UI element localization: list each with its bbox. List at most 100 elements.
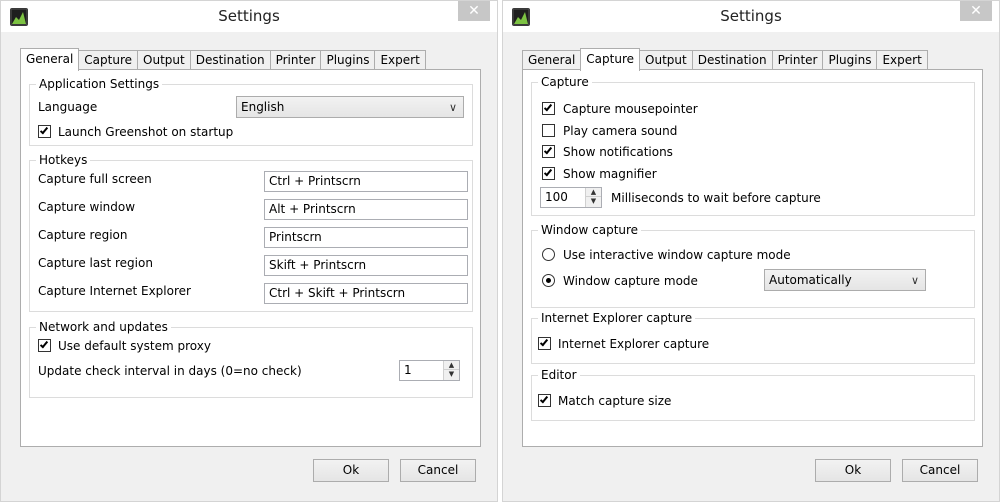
checkmark-icon <box>543 145 553 155</box>
language-value: English <box>241 100 285 114</box>
close-icon: ✕ <box>970 3 982 19</box>
spin-up-icon[interactable]: ▲ <box>586 188 601 197</box>
capture-tab-panel: Capture Capture mousepointer Play camera… <box>522 69 983 447</box>
tab-capture[interactable]: Capture <box>580 48 641 71</box>
play-camera-sound-checkbox[interactable] <box>542 124 555 137</box>
show-magnifier-checkbox[interactable] <box>542 167 555 180</box>
hotkey-region-input[interactable]: Printscrn <box>264 227 468 248</box>
ie-capture-checkbox[interactable] <box>538 337 551 350</box>
close-icon: ✕ <box>468 3 480 19</box>
interactive-mode-label: Use interactive window capture mode <box>563 248 791 262</box>
tab-output[interactable]: Output <box>639 50 693 70</box>
ie-capture-group: Internet Explorer capture Internet Explo… <box>531 310 975 364</box>
ie-capture-label: Internet Explorer capture <box>558 337 710 351</box>
radio-dot-icon <box>546 278 551 283</box>
show-notifications-checkbox[interactable] <box>542 145 555 158</box>
hotkey-ie-input[interactable]: Ctrl + Skift + Printscrn <box>264 283 468 304</box>
tab-capture[interactable]: Capture <box>78 50 139 70</box>
capture-mousepointer-checkbox[interactable] <box>542 102 555 115</box>
group-title: Window capture <box>538 222 642 238</box>
ok-button[interactable]: Ok <box>815 459 891 482</box>
group-title: Editor <box>538 367 580 383</box>
update-interval-label: Update check interval in days (0=no chec… <box>38 364 302 378</box>
general-tab-panel: Application Settings Language English ∨ … <box>20 69 481 447</box>
hotkey-label: Capture Internet Explorer <box>38 284 191 298</box>
spin-down-icon[interactable]: ▼ <box>586 197 601 206</box>
window-title: Settings <box>720 7 782 25</box>
window-capture-mode-select[interactable]: Automatically ∨ <box>764 269 926 291</box>
show-magnifier-label: Show magnifier <box>563 167 657 181</box>
tab-plugins[interactable]: Plugins <box>320 50 376 70</box>
tab-expert[interactable]: Expert <box>374 50 426 70</box>
checkmark-icon <box>543 102 553 112</box>
window-capture-mode-radio[interactable] <box>542 274 555 287</box>
capture-delay-value: 100 <box>545 190 568 204</box>
update-interval-spinner[interactable]: 1 ▲ ▼ <box>399 360 460 381</box>
cancel-button[interactable]: Cancel <box>902 459 978 482</box>
spinner-buttons: ▲ ▼ <box>443 361 459 380</box>
launch-on-startup-label: Launch Greenshot on startup <box>58 125 234 139</box>
tab-printer[interactable]: Printer <box>269 50 322 70</box>
capture-group: Capture Capture mousepointer Play camera… <box>531 74 975 216</box>
group-title: Internet Explorer capture <box>538 310 696 326</box>
application-settings-group: Application Settings Language English ∨ … <box>29 76 473 146</box>
tab-general[interactable]: General <box>20 48 80 71</box>
hotkey-label: Capture region <box>38 228 128 242</box>
editor-group: Editor Match capture size <box>531 367 975 421</box>
hotkey-label: Capture last region <box>38 256 153 270</box>
hotkey-window-input[interactable]: Alt + Printscrn <box>264 199 468 220</box>
tab-expert[interactable]: Expert <box>876 50 928 70</box>
capture-delay-spinner[interactable]: 100 ▲ ▼ <box>540 187 602 208</box>
window-capture-mode-value: Automatically <box>769 273 852 287</box>
capture-delay-label: Milliseconds to wait before capture <box>611 191 821 205</box>
tab-strip: General Capture Output Destination Print… <box>20 48 426 71</box>
tab-strip: General Capture Output Destination Print… <box>522 48 928 71</box>
settings-window-capture: Settings ✕ General Capture Output Destin… <box>502 0 1000 502</box>
hotkey-full-screen-input[interactable]: Ctrl + Printscrn <box>264 171 468 192</box>
title-bar[interactable]: Settings ✕ <box>1 1 497 32</box>
tab-printer[interactable]: Printer <box>771 50 824 70</box>
checkmark-icon <box>539 394 549 404</box>
close-button[interactable]: ✕ <box>458 1 490 21</box>
close-button[interactable]: ✕ <box>960 1 992 21</box>
show-notifications-label: Show notifications <box>563 145 673 159</box>
language-select[interactable]: English ∨ <box>236 96 464 118</box>
title-bar[interactable]: Settings ✕ <box>503 1 999 32</box>
settings-window-general: Settings ✕ General Capture Output Destin… <box>0 0 498 502</box>
checkmark-icon <box>539 337 549 347</box>
hotkey-label: Capture window <box>38 200 136 214</box>
window-capture-group: Window capture Use interactive window ca… <box>531 222 975 308</box>
launch-on-startup-checkbox[interactable] <box>38 125 51 138</box>
tab-plugins[interactable]: Plugins <box>822 50 878 70</box>
hotkey-last-region-input[interactable]: Skift + Printscrn <box>264 255 468 276</box>
hotkey-label: Capture full screen <box>38 172 152 186</box>
tab-destination[interactable]: Destination <box>691 50 773 70</box>
tab-output[interactable]: Output <box>137 50 191 70</box>
match-capture-size-checkbox[interactable] <box>538 394 551 407</box>
tab-destination[interactable]: Destination <box>189 50 271 70</box>
group-title: Network and updates <box>36 319 171 335</box>
match-capture-size-label: Match capture size <box>558 394 672 408</box>
window-title: Settings <box>218 7 280 25</box>
ok-button[interactable]: Ok <box>313 459 389 482</box>
checkmark-icon <box>543 167 553 177</box>
tab-general[interactable]: General <box>522 50 582 70</box>
hotkeys-group: Hotkeys Capture full screen Ctrl + Print… <box>29 152 473 312</box>
chevron-down-icon: ∨ <box>910 274 919 287</box>
chevron-down-icon: ∨ <box>448 101 457 114</box>
play-camera-sound-label: Play camera sound <box>563 124 678 138</box>
update-interval-value: 1 <box>404 363 412 377</box>
checkmark-icon <box>39 125 49 135</box>
language-label: Language <box>38 100 98 114</box>
spin-up-icon[interactable]: ▲ <box>444 361 459 370</box>
default-proxy-label: Use default system proxy <box>58 339 211 353</box>
cancel-button[interactable]: Cancel <box>400 459 476 482</box>
group-title: Application Settings <box>36 76 163 92</box>
interactive-mode-radio[interactable] <box>542 248 555 261</box>
default-proxy-checkbox[interactable] <box>38 339 51 352</box>
window-capture-mode-label: Window capture mode <box>563 274 698 288</box>
network-updates-group: Network and updates Use default system p… <box>29 319 473 398</box>
group-title: Capture <box>538 74 592 90</box>
spinner-buttons: ▲ ▼ <box>585 188 601 207</box>
spin-down-icon[interactable]: ▼ <box>444 370 459 379</box>
